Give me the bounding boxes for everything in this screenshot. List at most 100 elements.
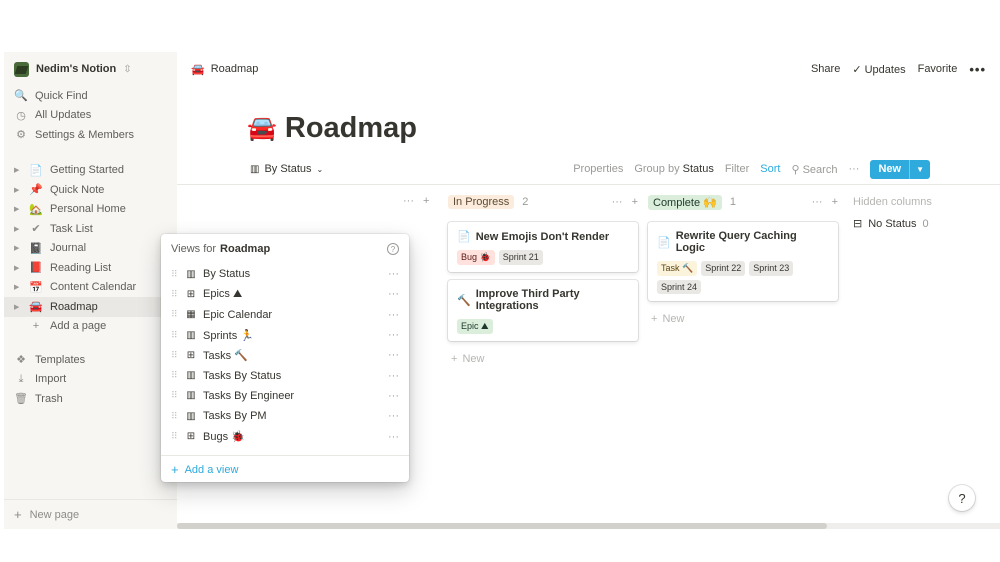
new-button-label[interactable]: New bbox=[870, 160, 909, 179]
card-tag: Sprint 22 bbox=[701, 261, 746, 276]
share-button[interactable]: Share bbox=[811, 63, 840, 75]
view-more-button[interactable]: ··· bbox=[848, 163, 859, 175]
column-status-tag[interactable]: Complete 🙌 bbox=[648, 194, 722, 210]
view-item[interactable]: ⠿ ⊞ Tasks 🔨 ··· bbox=[161, 345, 409, 365]
sidebar-page-task-list[interactable]: ▶ ✔ Task List bbox=[4, 219, 177, 239]
view-item[interactable]: ⠿ ▦ Epic Calendar ··· bbox=[161, 305, 409, 325]
sidebar-page-getting-started[interactable]: ▶ 📄 Getting Started bbox=[4, 161, 177, 181]
view-item-more-button[interactable]: ··· bbox=[388, 268, 399, 280]
view-item-more-button[interactable]: ··· bbox=[388, 288, 399, 300]
view-item[interactable]: ⠿ ▥ Sprints 🏃 ··· bbox=[161, 325, 409, 345]
view-item-more-button[interactable]: ··· bbox=[388, 309, 399, 321]
breadcrumb[interactable]: 🚘 Roadmap bbox=[191, 63, 258, 76]
sidebar-page-journal[interactable]: ▶ 📓 Journal bbox=[4, 239, 177, 259]
horizontal-scrollbar[interactable] bbox=[177, 523, 1000, 529]
view-selector[interactable]: ▥ By Status ⌄ bbox=[250, 163, 323, 175]
sidebar-item-import[interactable]: ⤓ Import bbox=[4, 370, 177, 390]
view-item[interactable]: ⠿ ▥ Tasks By Engineer ··· bbox=[161, 386, 409, 406]
column-add-button[interactable]: + bbox=[832, 196, 838, 208]
no-status-column[interactable]: ⊟ No Status 0 bbox=[853, 217, 993, 231]
drag-handle-icon[interactable]: ⠿ bbox=[171, 411, 179, 422]
page-icon: 📅 bbox=[29, 281, 43, 294]
favorite-button[interactable]: Favorite bbox=[918, 63, 958, 75]
sidebar-item-label: All Updates bbox=[35, 109, 92, 122]
sidebar-item-settings-members[interactable]: ⚙ Settings & Members bbox=[4, 125, 177, 145]
expand-triangle-icon[interactable]: ▶ bbox=[14, 205, 22, 213]
drag-handle-icon[interactable]: ⠿ bbox=[171, 350, 179, 361]
calendar-icon: ▦ bbox=[186, 309, 196, 321]
board-card[interactable]: 📄 New Emojis Don't Render Bug 🐞 Sprint 21 bbox=[448, 222, 638, 272]
page-icon: ✔ bbox=[31, 223, 41, 236]
page-icon: 📌 bbox=[29, 184, 43, 197]
page-icon: 📕 bbox=[29, 262, 43, 275]
search-button[interactable]: ⚲ Search bbox=[791, 163, 837, 176]
expand-triangle-icon[interactable]: ▶ bbox=[14, 244, 22, 252]
add-view-button[interactable]: + Add a view bbox=[161, 456, 409, 484]
sidebar-page-quick-note[interactable]: ▶ 📌 Quick Note bbox=[4, 180, 177, 200]
group-by-button[interactable]: Group by Status bbox=[634, 163, 714, 175]
search-label: Search bbox=[802, 163, 838, 176]
view-item[interactable]: ⠿ ⊞ Bugs 🐞 ··· bbox=[161, 426, 409, 446]
scrollbar-thumb[interactable] bbox=[177, 523, 827, 529]
view-item[interactable]: ⠿ ▥ Tasks By Status ··· bbox=[161, 365, 409, 385]
new-button[interactable]: New ▼ bbox=[870, 159, 930, 179]
drag-handle-icon[interactable]: ⠿ bbox=[171, 289, 179, 300]
drag-handle-icon[interactable]: ⠿ bbox=[171, 269, 179, 280]
view-item-more-button[interactable]: ··· bbox=[388, 349, 399, 361]
car-icon[interactable]: 🚘 bbox=[247, 114, 277, 143]
view-item-more-button[interactable]: ··· bbox=[388, 370, 399, 382]
expand-triangle-icon[interactable]: ▶ bbox=[14, 283, 22, 291]
help-icon[interactable]: ? bbox=[387, 243, 399, 255]
sidebar-page-personal-home[interactable]: ▶ 🏡 Personal Home bbox=[4, 200, 177, 220]
drag-handle-icon[interactable]: ⠿ bbox=[171, 370, 179, 381]
toolbar-divider bbox=[177, 184, 1000, 185]
sidebar-page-roadmap[interactable]: ▶ 🚘 Roadmap bbox=[4, 297, 177, 317]
view-item-more-button[interactable]: ··· bbox=[388, 431, 399, 443]
view-item[interactable]: ⠿ ⊞ Epics ⛰ ··· bbox=[161, 284, 409, 304]
drag-handle-icon[interactable]: ⠿ bbox=[171, 431, 179, 442]
expand-triangle-icon[interactable]: ▶ bbox=[14, 225, 22, 233]
column-add-button[interactable]: + bbox=[632, 196, 638, 208]
expand-triangle-icon[interactable]: ▶ bbox=[14, 303, 22, 311]
new-page-button[interactable]: + New page bbox=[4, 499, 177, 529]
column-more-button[interactable]: ··· bbox=[812, 196, 823, 208]
plus-icon: + bbox=[171, 462, 179, 478]
column-add-button[interactable]: + bbox=[423, 195, 429, 207]
plus-icon: + bbox=[451, 353, 458, 365]
add-page-button[interactable]: + Add a page bbox=[4, 317, 177, 337]
board-card[interactable]: 🔨 Improve Third Party Integrations Epic ⛰ bbox=[448, 280, 638, 341]
drag-handle-icon[interactable]: ⠿ bbox=[171, 330, 179, 341]
filter-button[interactable]: Filter bbox=[725, 163, 749, 175]
view-item-more-button[interactable]: ··· bbox=[388, 329, 399, 341]
column-new-button[interactable]: + New bbox=[448, 353, 638, 365]
board-card[interactable]: 📄 Rewrite Query Caching Logic Task 🔨 Sprint… bbox=[648, 222, 838, 301]
view-item-more-button[interactable]: ··· bbox=[388, 410, 399, 422]
board-icon: ▥ bbox=[186, 390, 196, 402]
more-options-button[interactable]: ••• bbox=[969, 62, 986, 77]
sidebar-item-trash[interactable]: 🗑 Trash bbox=[4, 389, 177, 409]
sort-button[interactable]: Sort bbox=[760, 163, 780, 175]
expand-triangle-icon[interactable]: ▶ bbox=[14, 166, 22, 174]
view-item[interactable]: ⠿ ▥ Tasks By PM ··· bbox=[161, 406, 409, 426]
column-status-tag[interactable]: In Progress bbox=[448, 195, 515, 209]
drag-handle-icon[interactable]: ⠿ bbox=[171, 390, 179, 401]
updates-button[interactable]: ✓ Updates bbox=[852, 63, 905, 76]
properties-button[interactable]: Properties bbox=[573, 163, 623, 175]
sidebar-item-templates[interactable]: ❖ Templates bbox=[4, 350, 177, 370]
sidebar-page-content-calendar[interactable]: ▶ 📅 Content Calendar bbox=[4, 278, 177, 298]
expand-triangle-icon[interactable]: ▶ bbox=[14, 186, 22, 194]
help-button[interactable]: ? bbox=[949, 485, 975, 511]
drag-handle-icon[interactable]: ⠿ bbox=[171, 309, 179, 320]
sidebar-item-all-updates[interactable]: ◷ All Updates bbox=[4, 106, 177, 126]
column-more-button[interactable]: ··· bbox=[612, 196, 623, 208]
column-new-button[interactable]: + New bbox=[648, 313, 838, 325]
expand-triangle-icon[interactable]: ▶ bbox=[14, 264, 22, 272]
sidebar-page-reading-list[interactable]: ▶ 📕 Reading List bbox=[4, 258, 177, 278]
workspace-switcher[interactable]: Nedim's Notion ⇳ bbox=[4, 52, 177, 86]
page-title[interactable]: Roadmap bbox=[285, 112, 417, 145]
sidebar-item-quick-find[interactable]: 🔍 Quick Find bbox=[4, 86, 177, 106]
column-more-button[interactable]: ··· bbox=[403, 195, 414, 207]
chevron-down-icon[interactable]: ▼ bbox=[909, 159, 930, 179]
view-item-more-button[interactable]: ··· bbox=[388, 390, 399, 402]
view-item[interactable]: ⠿ ▥ By Status ··· bbox=[161, 264, 409, 284]
